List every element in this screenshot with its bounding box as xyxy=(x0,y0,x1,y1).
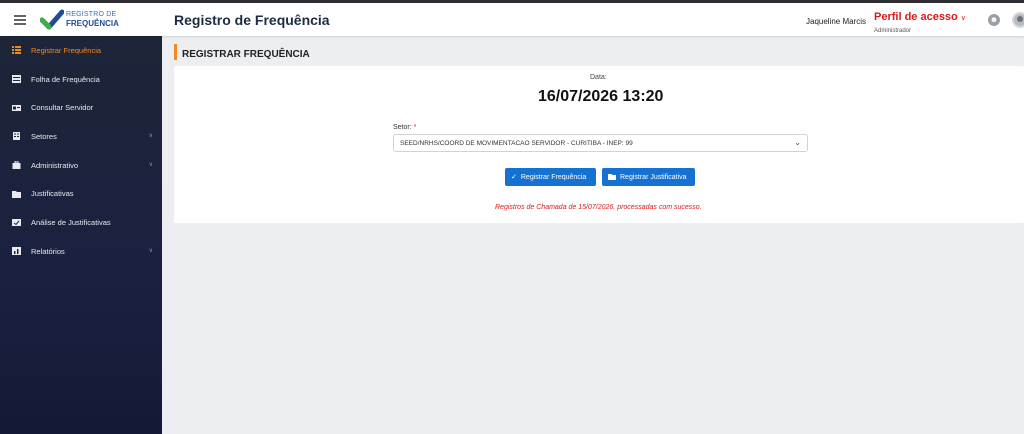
building-icon xyxy=(12,132,21,141)
sidebar-item-label: Registrar Frequência xyxy=(31,45,102,55)
sidebar-item-analise-justificativas[interactable]: Análise de Justificativas xyxy=(0,208,162,237)
logo-line2: FREQUÊNCIA xyxy=(66,19,119,28)
sidebar: Registrar Frequência Folha de Frequência… xyxy=(0,36,162,434)
app-logo[interactable]: REGISTRO DE FREQUÊNCIA xyxy=(40,6,140,34)
avatar[interactable] xyxy=(1012,12,1024,28)
page-title: Registro de Frequência xyxy=(174,12,330,28)
required-marker: * xyxy=(413,124,417,131)
sidebar-item-label: Relatórios xyxy=(31,246,65,256)
sidebar-item-label: Análise de Justificativas xyxy=(31,217,111,227)
setor-label: Setor: * xyxy=(393,124,416,131)
section-header: REGISTRAR FREQUÊNCIA xyxy=(174,44,1024,60)
chevron-down-icon: ∨ xyxy=(960,15,966,22)
success-message: Registros de Chamada de 15/07/2026, proc… xyxy=(495,204,702,211)
id-card-icon xyxy=(12,104,21,112)
sidebar-item-label: Folha de Frequência xyxy=(31,74,100,84)
chevron-down-icon: ⌄ xyxy=(794,138,801,147)
report-icon xyxy=(12,247,21,256)
profile-selector[interactable]: Perfil de acesso ∨ Administrador xyxy=(874,7,966,34)
sidebar-item-registrar-frequencia[interactable]: Registrar Frequência xyxy=(0,36,162,65)
sidebar-item-label: Administrativo xyxy=(31,160,79,170)
sidebar-item-label: Justificativas xyxy=(31,189,74,199)
setor-label-text: Setor: xyxy=(393,124,412,131)
user-name: Jaqueline Marcis xyxy=(806,17,867,26)
date-label: Data: xyxy=(590,74,607,81)
sidebar-item-label: Consultar Servidor xyxy=(31,103,94,113)
logo-line1: REGISTRO DE xyxy=(66,11,117,18)
sidebar-item-consultar-servidor[interactable]: Consultar Servidor xyxy=(0,93,162,122)
register-frequency-button[interactable]: ✓ Registrar Frequência xyxy=(505,168,596,186)
hamburger-menu-icon[interactable] xyxy=(14,15,26,25)
calendar-check-icon xyxy=(12,218,21,227)
register-justification-label: Registrar Justificativa xyxy=(620,173,687,181)
accessibility-icon[interactable]: ☻ xyxy=(988,14,1000,26)
briefcase-icon xyxy=(12,161,21,170)
chevron-down-icon: ∨ xyxy=(148,161,153,168)
register-justification-button[interactable]: Registrar Justificativa xyxy=(602,168,695,186)
sidebar-item-folha-frequencia[interactable]: Folha de Frequência xyxy=(0,65,162,94)
sidebar-item-justificativas[interactable]: Justificativas xyxy=(0,179,162,208)
profile-role: Administrador xyxy=(874,28,912,34)
folder-icon xyxy=(608,173,616,182)
check-icon: ✓ xyxy=(511,174,517,181)
profile-title: Perfil de acesso xyxy=(874,11,958,23)
date-value: 16/07/2026 13:20 xyxy=(538,88,664,105)
chevron-down-icon: ∨ xyxy=(148,133,153,140)
setor-select-value: SEED/NRHS/COORD DE MOVIMENTACAO SERVIDOR… xyxy=(400,140,633,147)
setor-select[interactable]: SEED/NRHS/COORD DE MOVIMENTACAO SERVIDOR… xyxy=(393,134,808,152)
chevron-down-icon: ∨ xyxy=(148,247,153,254)
top-bar: REGISTRO DE FREQUÊNCIA Registro de Frequ… xyxy=(0,0,1024,36)
sidebar-item-relatorios[interactable]: Relatórios ∨ xyxy=(0,237,162,266)
table-icon xyxy=(12,75,21,84)
register-frequency-label: Registrar Frequência xyxy=(520,173,587,181)
folder-icon xyxy=(12,190,21,198)
section-title: REGISTRAR FREQUÊNCIA xyxy=(182,49,310,60)
sidebar-item-label: Setores xyxy=(31,131,57,141)
logo-check-icon xyxy=(40,9,64,30)
sidebar-item-administrativo[interactable]: Administrativo ∨ xyxy=(0,151,162,180)
list-check-icon xyxy=(12,46,21,55)
sidebar-item-setores[interactable]: Setores ∨ xyxy=(0,122,162,151)
